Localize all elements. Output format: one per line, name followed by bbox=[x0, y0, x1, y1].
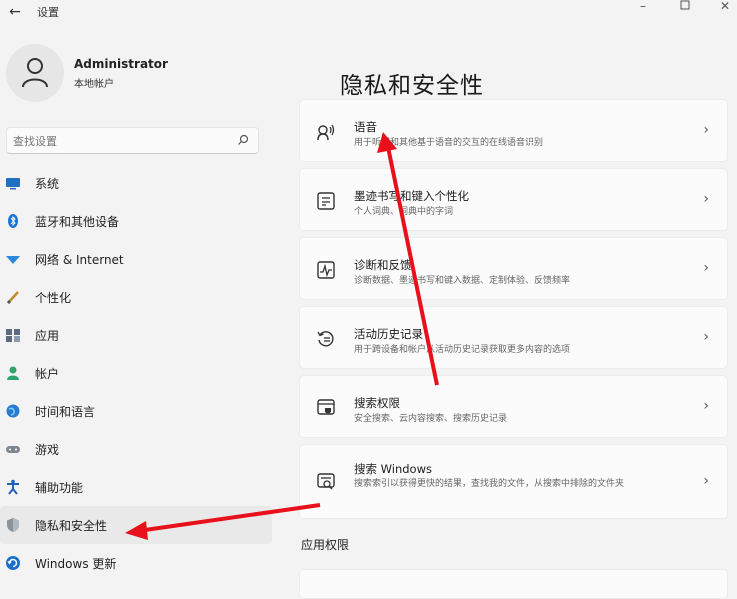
network-icon bbox=[6, 256, 20, 264]
account-type: 本地帐户 bbox=[74, 79, 114, 90]
sidebar-item-label: 时间和语言 bbox=[35, 405, 96, 419]
search-windows-icon bbox=[317, 473, 335, 490]
diagnostics-icon bbox=[317, 261, 335, 279]
globe-icon bbox=[6, 404, 20, 418]
card-description: 诊断数据、墨迹书写和键入数据、定制体验、反馈频率 bbox=[354, 276, 571, 286]
shield-icon bbox=[7, 518, 19, 532]
person-icon bbox=[22, 58, 48, 88]
sidebar-item-label: 帐户 bbox=[35, 367, 60, 381]
system-icon bbox=[6, 178, 20, 190]
card-title: 诊断和反馈 bbox=[354, 258, 412, 272]
chevron-right-icon: › bbox=[703, 473, 709, 489]
bluetooth-icon bbox=[8, 214, 18, 228]
search-box[interactable] bbox=[6, 127, 259, 154]
sidebar-item-label: 隐私和安全性 bbox=[35, 519, 108, 533]
card-description: 安全搜索、云内容搜索、搜索历史记录 bbox=[354, 414, 508, 424]
card-description: 个人词典、词典中的字词 bbox=[354, 207, 454, 217]
sidebar-item-privacy-security[interactable]: 隐私和安全性 bbox=[0, 506, 272, 544]
card-description: 用于听写和其他基于语音的交互的在线语音识别 bbox=[354, 138, 544, 148]
gamepad-icon bbox=[6, 446, 20, 453]
sidebar-item-apps[interactable]: 应用 bbox=[0, 316, 272, 354]
search-icon[interactable] bbox=[237, 134, 249, 146]
sidebar-item-time-language[interactable]: 时间和语言 bbox=[0, 392, 272, 430]
card-activity-history[interactable]: 活动历史记录 用于跨设备和帐户从活动历史记录获取更多内容的选项 › bbox=[299, 306, 728, 369]
title-bar: ← 设置 – ✕ bbox=[0, 0, 737, 28]
card-app-permission[interactable] bbox=[299, 569, 728, 599]
user-profile[interactable]: Administrator 本地帐户 bbox=[6, 44, 266, 106]
card-title: 搜索权限 bbox=[354, 396, 400, 410]
sidebar-item-label: 应用 bbox=[35, 329, 60, 343]
search-permissions-icon bbox=[317, 399, 335, 415]
sidebar-item-label: 系统 bbox=[35, 177, 60, 191]
sidebar-item-accessibility[interactable]: 辅助功能 bbox=[0, 468, 272, 506]
card-diagnostics-feedback[interactable]: 诊断和反馈 诊断数据、墨迹书写和键入数据、定制体验、反馈频率 › bbox=[299, 237, 728, 300]
user-name: Administrator bbox=[74, 57, 168, 71]
section-label-app-permissions: 应用权限 bbox=[301, 538, 350, 552]
sidebar-item-network[interactable]: 网络 & Internet bbox=[0, 240, 272, 278]
sidebar-item-accounts[interactable]: 帐户 bbox=[0, 354, 272, 392]
sidebar-item-personalization[interactable]: 个性化 bbox=[0, 278, 272, 316]
chevron-right-icon: › bbox=[703, 122, 709, 138]
sidebar-item-label: 辅助功能 bbox=[35, 481, 84, 495]
brush-icon bbox=[6, 291, 19, 305]
back-arrow-icon[interactable]: ← bbox=[6, 3, 24, 21]
card-title: 语音 bbox=[354, 120, 377, 134]
card-description: 用于跨设备和帐户从活动历史记录获取更多内容的选项 bbox=[354, 345, 571, 355]
sidebar-item-label: Windows 更新 bbox=[35, 557, 117, 571]
history-icon bbox=[317, 331, 334, 347]
minimize-icon[interactable]: – bbox=[632, 0, 654, 14]
search-input[interactable] bbox=[13, 132, 213, 150]
card-description: 搜索索引以获得更快的结果，查找我的文件，从搜索中排除的文件夹 bbox=[354, 479, 625, 489]
sidebar-item-gaming[interactable]: 游戏 bbox=[0, 430, 272, 468]
card-inking-typing[interactable]: 墨迹书写和键入个性化 个人词典、词典中的字词 › bbox=[299, 168, 728, 231]
sidebar-item-label: 个性化 bbox=[35, 291, 72, 305]
account-icon bbox=[7, 366, 19, 380]
window-title: 设置 bbox=[37, 6, 59, 19]
apps-icon bbox=[6, 329, 20, 342]
card-title: 活动历史记录 bbox=[354, 327, 423, 341]
ink-icon bbox=[317, 192, 335, 210]
sidebar-item-bluetooth[interactable]: 蓝牙和其他设备 bbox=[0, 202, 272, 240]
chevron-right-icon: › bbox=[703, 329, 709, 345]
card-search-windows[interactable]: 搜索 Windows 搜索索引以获得更快的结果，查找我的文件，从搜索中排除的文件… bbox=[299, 444, 728, 519]
chevron-right-icon: › bbox=[703, 260, 709, 276]
accessibility-icon bbox=[7, 479, 19, 495]
close-icon[interactable]: ✕ bbox=[714, 0, 736, 14]
avatar bbox=[6, 44, 64, 102]
page-title: 隐私和安全性 bbox=[340, 73, 484, 99]
sidebar-item-windows-update[interactable]: Windows 更新 bbox=[0, 544, 272, 582]
sidebar-item-label: 网络 & Internet bbox=[35, 253, 124, 267]
maximize-icon[interactable] bbox=[674, 0, 696, 14]
sidebar-item-system[interactable]: 系统 bbox=[0, 164, 272, 202]
chevron-right-icon: › bbox=[703, 191, 709, 207]
card-speech[interactable]: 语音 用于听写和其他基于语音的交互的在线语音识别 › bbox=[299, 99, 728, 162]
card-title: 墨迹书写和键入个性化 bbox=[354, 189, 469, 203]
chevron-right-icon: › bbox=[703, 398, 709, 414]
update-icon bbox=[6, 556, 20, 570]
card-search-permissions[interactable]: 搜索权限 安全搜索、云内容搜索、搜索历史记录 › bbox=[299, 375, 728, 438]
card-title: 搜索 Windows bbox=[354, 462, 432, 476]
sidebar-item-label: 游戏 bbox=[35, 443, 60, 457]
sidebar-nav: 系统 蓝牙和其他设备 网络 & Internet 个性化 应用 帐户 时间和语言… bbox=[0, 164, 272, 582]
speech-icon bbox=[317, 124, 335, 141]
sidebar-item-label: 蓝牙和其他设备 bbox=[35, 215, 120, 229]
